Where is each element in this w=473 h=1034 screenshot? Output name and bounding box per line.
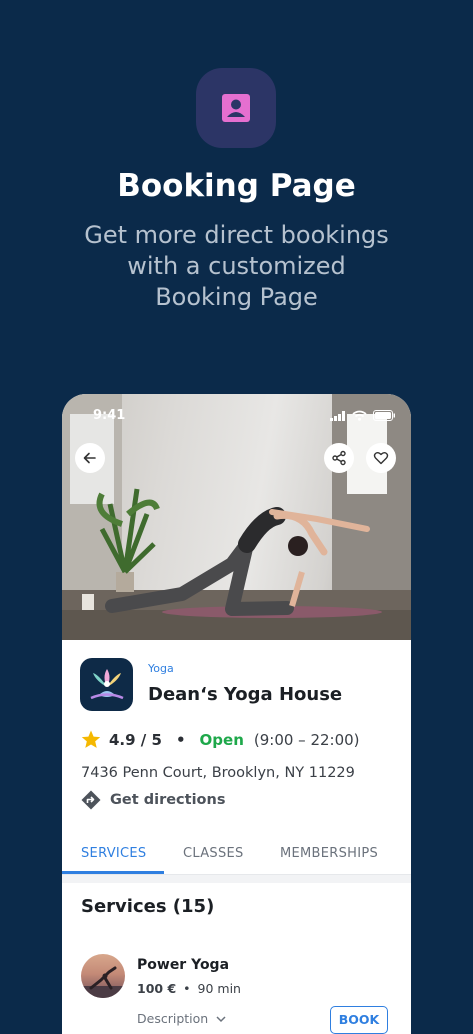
opening-hours: (9:00 – 22:00) [253, 730, 360, 749]
hero-subtitle-line: Get more direct bookings [84, 221, 389, 249]
active-tab-indicator [62, 871, 164, 874]
open-status: Open [199, 730, 244, 749]
rating-value: 4.9 / 5 [109, 730, 162, 749]
status-time: 9:41 [93, 408, 126, 423]
service-duration: 90 min [197, 981, 241, 996]
hero-subtitle-line: Booking Page [155, 283, 318, 311]
business-name: Dean‘s Yoga House [148, 684, 343, 705]
business-address: 7436 Penn Court, Brooklyn, NY 11229 [81, 765, 355, 781]
status-bar: 9:41 [62, 408, 411, 426]
service-meta: 100 € • 90 min [137, 981, 241, 996]
hero-subtitle-line: with a customized [127, 252, 346, 280]
section-divider [62, 875, 411, 883]
rating-row: 4.9 / 5 • Open (9:00 – 22:00) [81, 730, 360, 749]
arrow-left-icon [83, 452, 96, 464]
tab-services[interactable]: SERVICES [81, 846, 146, 861]
back-button[interactable] [75, 443, 105, 473]
wifi-icon [352, 410, 367, 421]
favorite-button[interactable] [366, 443, 396, 473]
tab-memberships[interactable]: MEMBERSHIPS [280, 846, 411, 861]
separator-dot: • [175, 730, 186, 749]
tab-classes[interactable]: CLASSES [183, 846, 244, 861]
service-price: 100 € [137, 981, 177, 996]
hero-title: Booking Page [117, 168, 356, 204]
directions-icon [81, 790, 101, 810]
separator-dot: • [183, 981, 191, 996]
service-name: Power Yoga [137, 957, 230, 973]
business-cover-photo: 9:41 [62, 394, 411, 640]
contact-card-icon [222, 94, 250, 122]
business-logo [80, 658, 133, 711]
services-heading: Services (15) [81, 896, 215, 917]
lotus-logo-icon [89, 668, 124, 699]
phone-mockup: 9:41 Yoga Dean‘s Yoga House 4.9 / 5 • Op… [62, 394, 411, 1034]
yoga-pose-illustration [62, 394, 411, 640]
yoga-silhouette-image [81, 966, 125, 998]
heart-icon [373, 452, 389, 465]
share-icon [332, 450, 346, 466]
hero-subtitle: Get more direct bookings with a customiz… [60, 220, 413, 313]
booking-page-feature-icon [196, 68, 276, 148]
tab-bar: SERVICES CLASSES MEMBERSHIPS [62, 834, 411, 875]
book-button[interactable]: BOOK [330, 1006, 388, 1034]
battery-icon [373, 410, 395, 421]
chevron-down-icon [216, 1016, 226, 1023]
share-button[interactable] [324, 443, 354, 473]
service-thumbnail [81, 954, 125, 998]
get-directions-label: Get directions [110, 792, 226, 808]
star-icon [81, 730, 101, 748]
business-category: Yoga [148, 662, 174, 675]
signal-icon [330, 410, 345, 421]
get-directions-link[interactable]: Get directions [81, 790, 225, 810]
